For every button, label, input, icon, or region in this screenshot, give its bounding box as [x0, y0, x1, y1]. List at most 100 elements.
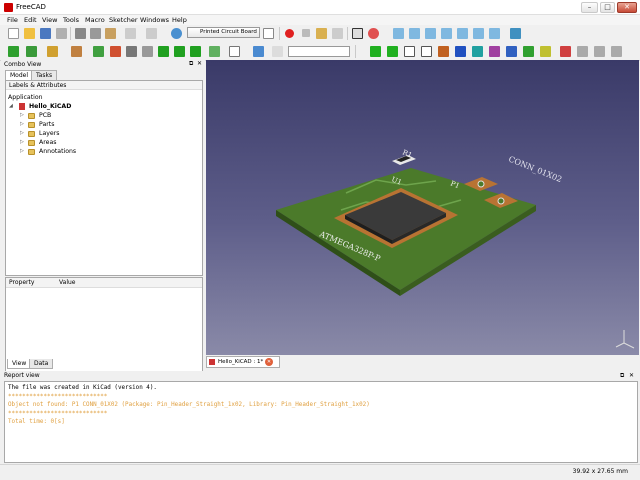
- copy-icon[interactable]: [90, 28, 101, 39]
- pcb-board-icon[interactable]: [93, 46, 104, 57]
- menu-edit[interactable]: Edit: [24, 16, 37, 24]
- tree-item-layers[interactable]: Layers: [39, 130, 59, 137]
- pcb-nav-icon[interactable]: [253, 46, 264, 57]
- toolbar-separator: [347, 27, 348, 40]
- menu-help[interactable]: Help: [172, 16, 187, 24]
- close-button[interactable]: ✕: [617, 2, 637, 13]
- export-2-icon[interactable]: [594, 46, 605, 57]
- float-panel-icon[interactable]: ⧉: [620, 372, 624, 380]
- pcb-3d-scene: ATMEGA328P-P CONN_01X02 P1 U1 R1: [276, 148, 635, 349]
- layer-mask-icon[interactable]: [472, 46, 483, 57]
- pcb-pin-icon[interactable]: [142, 46, 153, 57]
- part-box-2-icon[interactable]: [387, 46, 398, 57]
- pcb-cube-b-icon[interactable]: [174, 46, 185, 57]
- pcb-rect-icon[interactable]: [229, 46, 240, 57]
- title-bar: FreeCAD – □ ✕: [0, 0, 640, 15]
- menu-file[interactable]: File: [7, 16, 18, 24]
- pcb-prev-icon[interactable]: [272, 46, 283, 57]
- tab-model[interactable]: Model: [5, 70, 34, 80]
- close-tab-icon[interactable]: ✕: [265, 358, 273, 366]
- tab-tasks[interactable]: Tasks: [31, 70, 58, 80]
- collapse-arrow-icon[interactable]: ▷: [20, 112, 24, 118]
- run-macro-icon[interactable]: [332, 28, 343, 39]
- whats-this-icon[interactable]: [263, 28, 274, 39]
- paste-icon[interactable]: [105, 28, 116, 39]
- pcb-layers-icon[interactable]: [26, 46, 37, 57]
- layer-board-icon[interactable]: [523, 46, 534, 57]
- float-panel-icon[interactable]: ⧉: [189, 60, 193, 68]
- workbench-selector[interactable]: Printed Circuit Board: [187, 27, 260, 38]
- record-macro-icon[interactable]: [285, 29, 294, 38]
- tree-item-pcb[interactable]: PCB: [39, 112, 51, 119]
- view-front-icon[interactable]: [409, 28, 420, 39]
- pcb-import-icon[interactable]: [8, 46, 19, 57]
- part-wire-icon[interactable]: [404, 46, 415, 57]
- print-icon[interactable]: [56, 28, 67, 39]
- menu-tools[interactable]: Tools: [63, 16, 79, 24]
- view-axonometric-icon[interactable]: [393, 28, 404, 39]
- pcb-model-icon[interactable]: [209, 46, 220, 57]
- layer-top-icon[interactable]: [455, 46, 466, 57]
- refresh-icon[interactable]: [171, 28, 182, 39]
- report-log[interactable]: The file was created in KiCad (version 4…: [4, 381, 638, 463]
- measure-icon[interactable]: [510, 28, 521, 39]
- export-pdf-icon[interactable]: [560, 46, 571, 57]
- pcb-path-icon[interactable]: [71, 46, 82, 57]
- part-wire-2-icon[interactable]: [421, 46, 432, 57]
- collapse-arrow-icon[interactable]: ▷: [20, 148, 24, 154]
- tab-data[interactable]: Data: [29, 359, 54, 369]
- cut-icon[interactable]: [75, 28, 86, 39]
- search-input[interactable]: [288, 46, 350, 57]
- menu-windows[interactable]: Windows: [140, 16, 169, 24]
- layer-bottom-icon[interactable]: [506, 46, 517, 57]
- layer-paste-icon[interactable]: [540, 46, 551, 57]
- collapse-arrow-icon[interactable]: ▷: [20, 139, 24, 145]
- folder-icon: [28, 140, 35, 146]
- fit-all-icon[interactable]: [352, 28, 363, 39]
- expand-arrow-icon[interactable]: ◢: [9, 103, 13, 109]
- collapse-arrow-icon[interactable]: ▷: [20, 130, 24, 136]
- tree-item-areas[interactable]: Areas: [39, 139, 56, 146]
- pcb-part-icon[interactable]: [47, 46, 58, 57]
- collapse-arrow-icon[interactable]: ▷: [20, 121, 24, 127]
- tab-view[interactable]: View: [7, 359, 32, 369]
- draw-style-icon[interactable]: [368, 28, 379, 39]
- freecad-logo-icon: [4, 3, 13, 12]
- menu-view[interactable]: View: [42, 16, 57, 24]
- document-icon: [19, 103, 25, 110]
- tree-item-parts[interactable]: Parts: [39, 121, 54, 128]
- menu-macro[interactable]: Macro: [85, 16, 105, 24]
- redo-icon[interactable]: [146, 28, 157, 39]
- save-icon[interactable]: [40, 28, 51, 39]
- 3d-viewport[interactable]: ATMEGA328P-P CONN_01X02 P1 U1 R1: [206, 60, 639, 355]
- tree-document[interactable]: Hello_KiCAD: [29, 103, 71, 110]
- new-file-icon[interactable]: [8, 28, 19, 39]
- document-tab[interactable]: Hello_KiCAD : 1* ✕: [206, 356, 280, 368]
- open-folder-icon[interactable]: [24, 28, 35, 39]
- close-panel-icon[interactable]: ✕: [629, 372, 634, 379]
- edit-macro-icon[interactable]: [316, 28, 327, 39]
- conn-hole: [477, 180, 485, 188]
- undo-icon[interactable]: [125, 28, 136, 39]
- view-rear-icon[interactable]: [457, 28, 468, 39]
- pcb-track-icon[interactable]: [110, 46, 121, 57]
- layer-copper-icon[interactable]: [438, 46, 449, 57]
- export-3-icon[interactable]: [611, 46, 622, 57]
- stop-macro-icon[interactable]: [302, 29, 310, 37]
- part-box-icon[interactable]: [370, 46, 381, 57]
- export-icon[interactable]: [577, 46, 588, 57]
- pcb-cube-c-icon[interactable]: [190, 46, 201, 57]
- log-line: The file was created in KiCad (version 4…: [8, 385, 157, 391]
- minimize-button[interactable]: –: [581, 2, 598, 13]
- view-left-icon[interactable]: [489, 28, 500, 39]
- view-top-icon[interactable]: [425, 28, 436, 39]
- pcb-hole-icon[interactable]: [126, 46, 137, 57]
- view-right-icon[interactable]: [441, 28, 452, 39]
- pcb-cube-icon[interactable]: [158, 46, 169, 57]
- tree-item-annotations[interactable]: Annotations: [39, 148, 76, 155]
- maximize-button[interactable]: □: [600, 2, 615, 13]
- menu-sketcher[interactable]: Sketcher: [109, 16, 138, 24]
- view-bottom-icon[interactable]: [473, 28, 484, 39]
- layer-silk-icon[interactable]: [489, 46, 500, 57]
- close-panel-icon[interactable]: ✕: [197, 60, 202, 67]
